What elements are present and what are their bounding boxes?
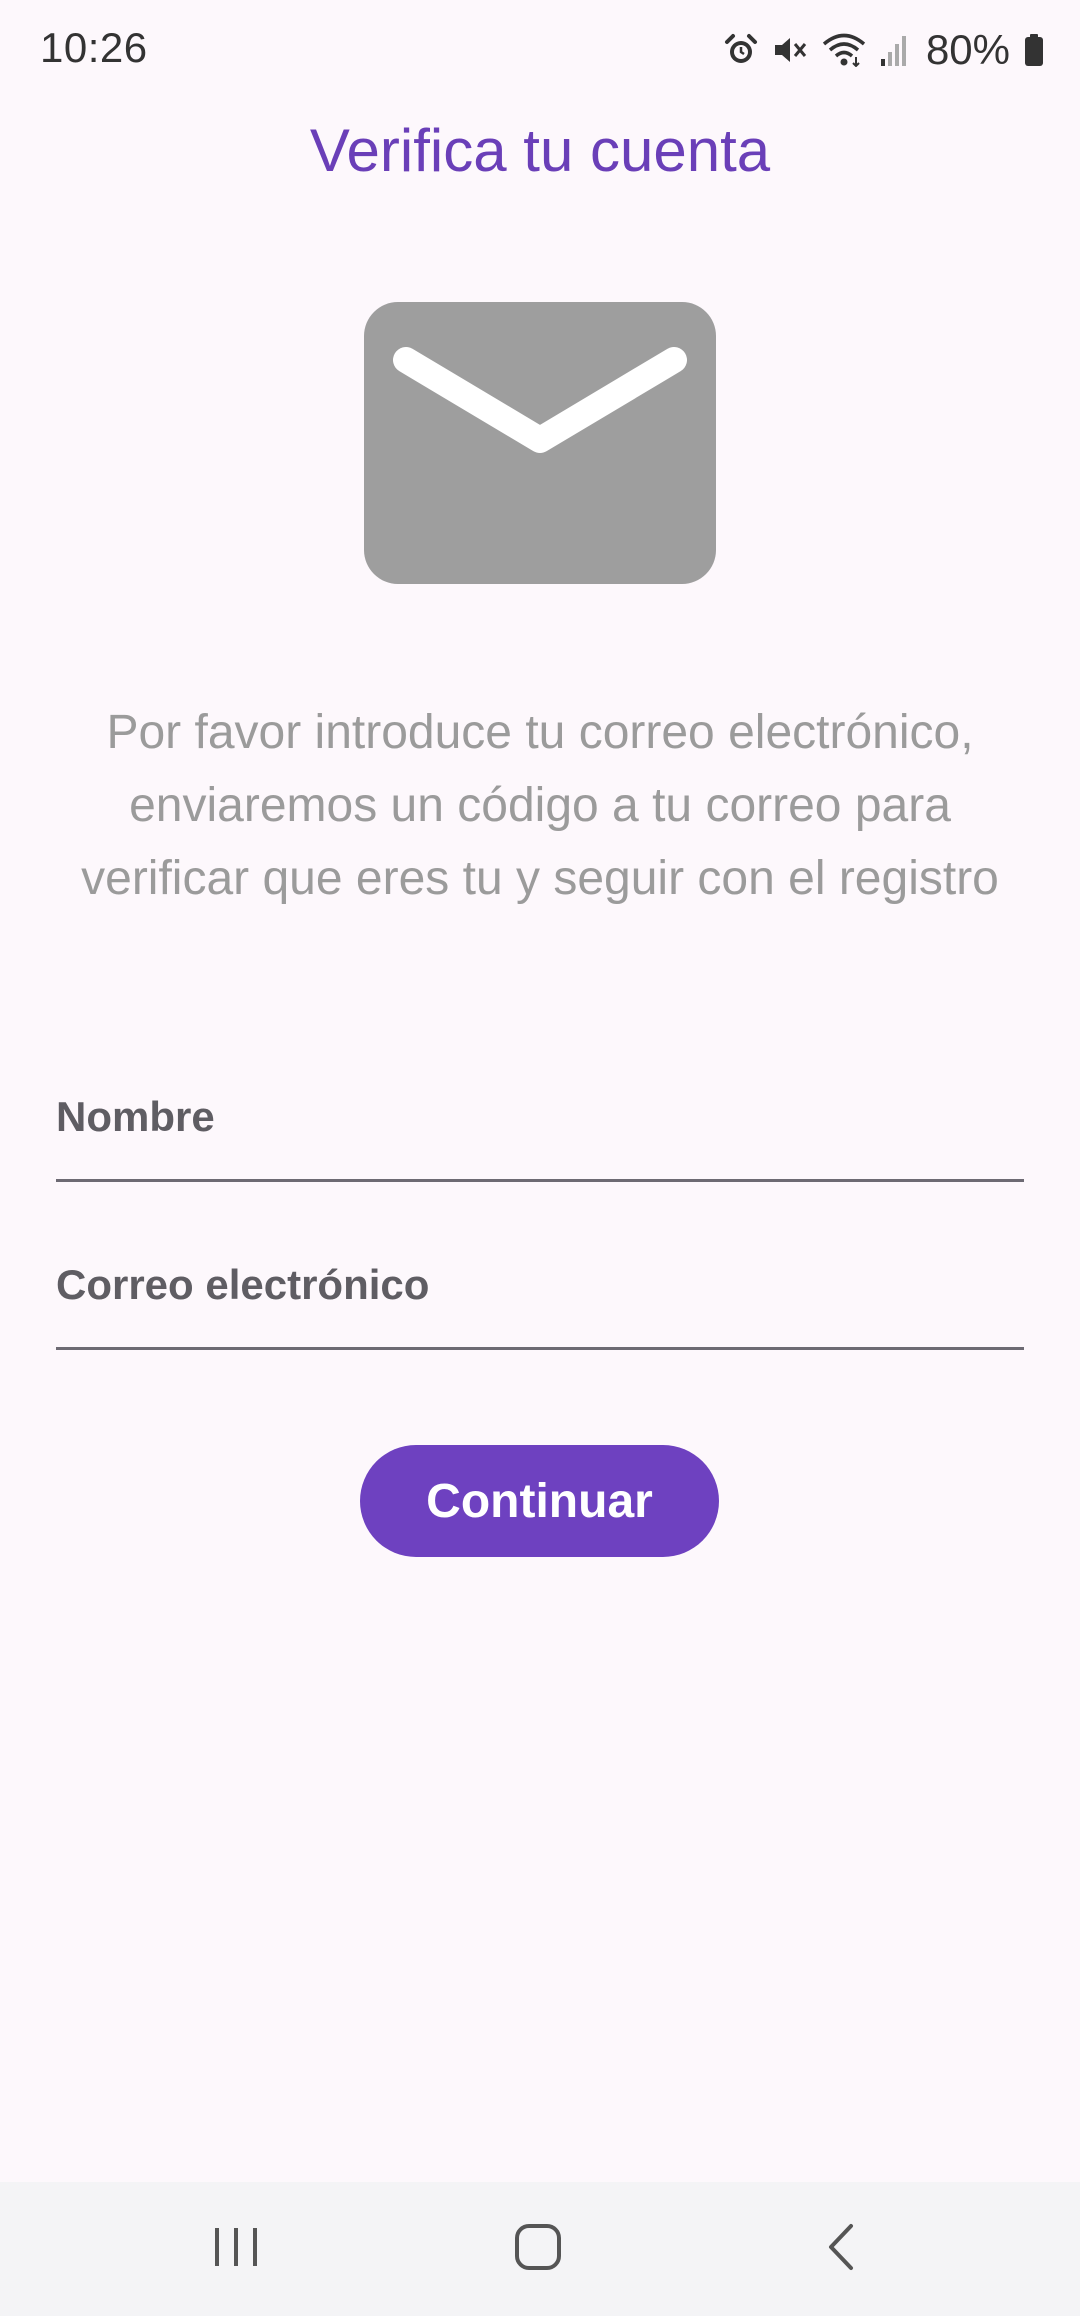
battery-percent: 80% — [925, 26, 1010, 73]
status-time: 10:26 — [40, 24, 148, 71]
page-title: Verifica tu cuenta — [309, 117, 771, 184]
battery-icon — [1024, 33, 1044, 67]
name-field-label: Nombre — [56, 1093, 215, 1140]
signal-icon — [880, 33, 908, 67]
envelope-icon — [364, 302, 716, 584]
mute-icon — [772, 33, 808, 67]
status-bar: 10:26 80% — [0, 0, 1080, 100]
status-icons: 80% — [724, 22, 1044, 78]
home-icon[interactable] — [493, 2212, 583, 2282]
email-field-label: Correo electrónico — [56, 1261, 430, 1308]
navigation-bar — [0, 2182, 1080, 2316]
wifi-icon — [822, 33, 866, 67]
continue-button[interactable]: Continuar — [360, 1445, 719, 1557]
name-field[interactable]: Nombre — [56, 1072, 1024, 1182]
alarm-icon — [724, 33, 758, 67]
recents-icon[interactable] — [191, 2212, 281, 2282]
email-field[interactable]: Correo electrónico — [56, 1240, 1024, 1350]
back-icon[interactable] — [796, 2212, 886, 2282]
description-text: Por favor introduce tu correo electrónic… — [81, 706, 999, 905]
